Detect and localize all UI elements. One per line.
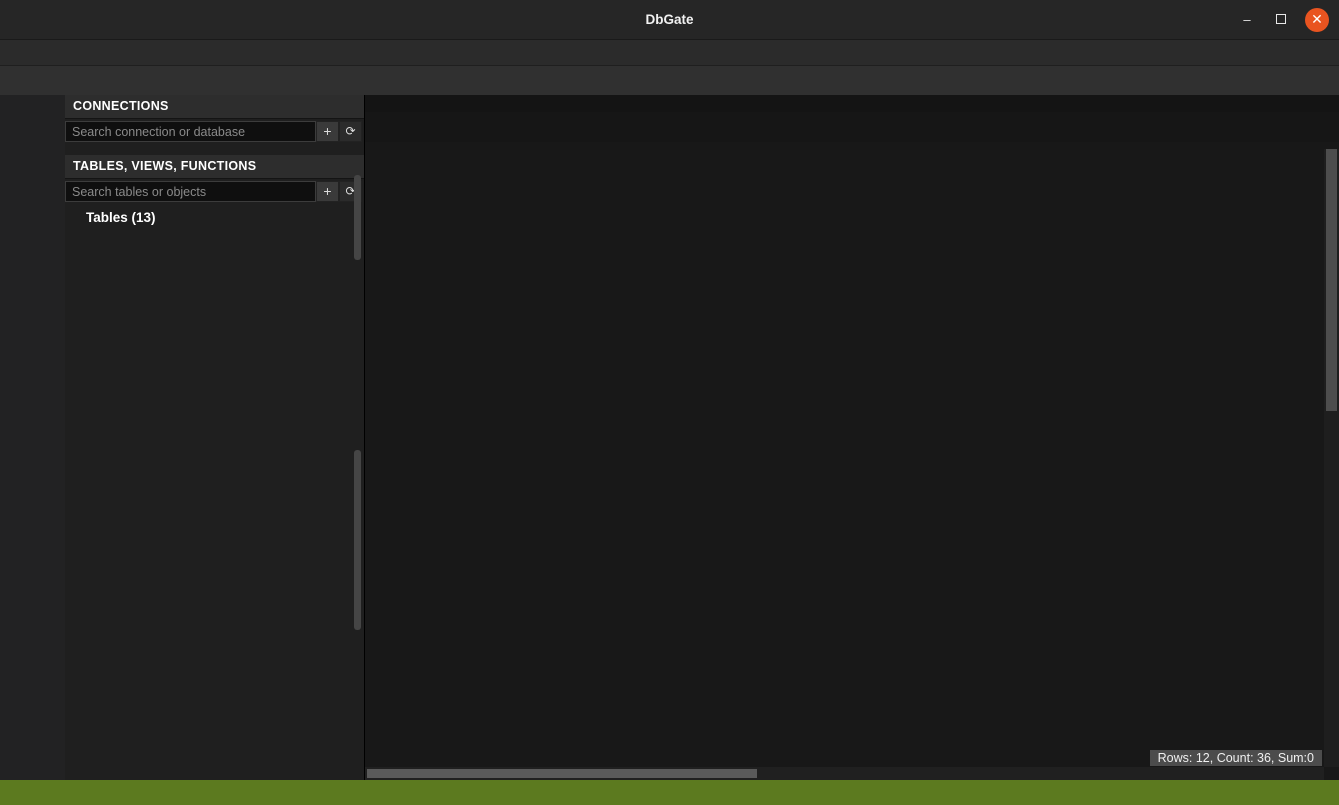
table-tab-strip: [365, 112, 1339, 142]
dbgate-window: DbGate – ✕ CONNECTIONS + ⟳ TABLES, VIEWS…: [0, 0, 1339, 805]
tables-group-label: Tables (13): [86, 210, 156, 225]
selection-stats-overlay: Rows: 12, Count: 36, Sum:0: [1150, 750, 1322, 766]
left-panel: CONNECTIONS + ⟳ TABLES, VIEWS, FUNCTIONS…: [65, 95, 365, 780]
title-bar: DbGate – ✕: [0, 0, 1339, 40]
tables-group-row[interactable]: Tables (13): [65, 204, 364, 230]
grid-vertical-scrollbar[interactable]: [1324, 149, 1339, 767]
close-button[interactable]: ✕: [1305, 8, 1329, 32]
connections-search-row: + ⟳: [65, 119, 364, 144]
menu-bar: [0, 40, 1339, 66]
window-title: DbGate: [0, 0, 1339, 40]
add-table-plus-button[interactable]: +: [316, 181, 339, 202]
tables-header: TABLES, VIEWS, FUNCTIONS: [65, 155, 364, 179]
status-bar: [0, 780, 1339, 805]
tables-scrollbar[interactable]: [354, 450, 361, 630]
add-connection-plus-button[interactable]: +: [316, 121, 339, 142]
minimize-button[interactable]: –: [1235, 8, 1259, 32]
database-tab-strip: [365, 95, 1339, 112]
scrollbar-thumb[interactable]: [1326, 149, 1337, 411]
maximize-button[interactable]: [1269, 8, 1293, 32]
maximize-icon: [1276, 14, 1286, 24]
connections-scrollbar[interactable]: [354, 175, 361, 260]
scrollbar-thumb[interactable]: [367, 769, 757, 778]
toolbar: [0, 66, 1339, 95]
data-grid-area: Rows: 12, Count: 36, Sum:0: [365, 142, 1339, 780]
tables-search-input[interactable]: [65, 181, 316, 202]
connections-search-input[interactable]: [65, 121, 316, 142]
tables-search-row: + ⟳: [65, 179, 364, 204]
sidebar-icon-rail: [0, 95, 65, 780]
connections-header: CONNECTIONS: [65, 95, 364, 119]
connections-refresh-button[interactable]: ⟳: [339, 121, 362, 142]
grid-horizontal-scrollbar[interactable]: [365, 767, 1324, 780]
